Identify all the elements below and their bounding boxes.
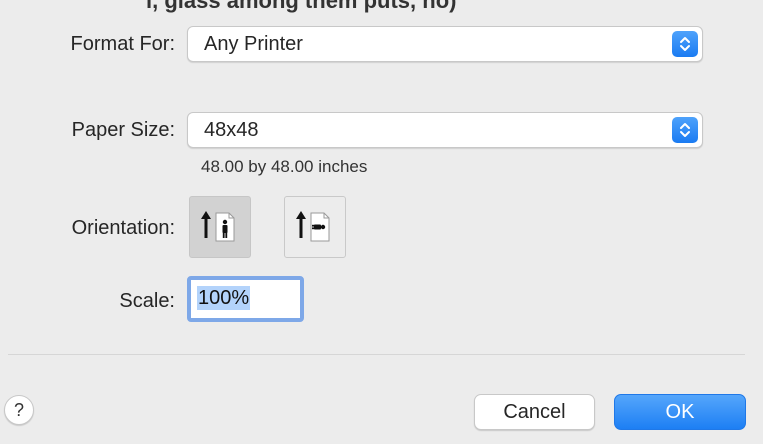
up-down-chevron-icon[interactable] (672, 31, 698, 57)
cancel-button[interactable]: Cancel (474, 394, 595, 430)
format-for-select[interactable]: Any Printer (187, 26, 703, 62)
paper-size-select[interactable]: 48x48 (187, 112, 703, 148)
ok-button[interactable]: OK (614, 394, 746, 430)
paper-size-description: 48.00 by 48.00 inches (201, 157, 368, 176)
paper-size-value: 48x48 (204, 119, 259, 141)
up-down-chevron-icon[interactable] (672, 117, 698, 143)
scale-input[interactable]: 100% (187, 276, 304, 322)
page-setup-dialog: l, glass among them puts, no) Format For… (0, 0, 763, 444)
format-for-value: Any Printer (204, 33, 303, 55)
portrait-orientation-button[interactable] (189, 196, 251, 258)
format-for-label: Format For: (70, 33, 175, 55)
scale-label: Scale: (119, 290, 175, 312)
orientation-label: Orientation: (71, 217, 175, 239)
paper-size-label: Paper Size: (71, 119, 175, 141)
landscape-orientation-button[interactable] (284, 196, 346, 258)
landscape-orientation-icon (293, 203, 337, 252)
divider (8, 354, 745, 355)
scale-value: 100% (197, 286, 251, 310)
portrait-orientation-icon (198, 203, 242, 252)
cropped-header-text: l, glass among them puts, no) (146, 0, 457, 13)
help-button[interactable]: ? (4, 395, 34, 425)
